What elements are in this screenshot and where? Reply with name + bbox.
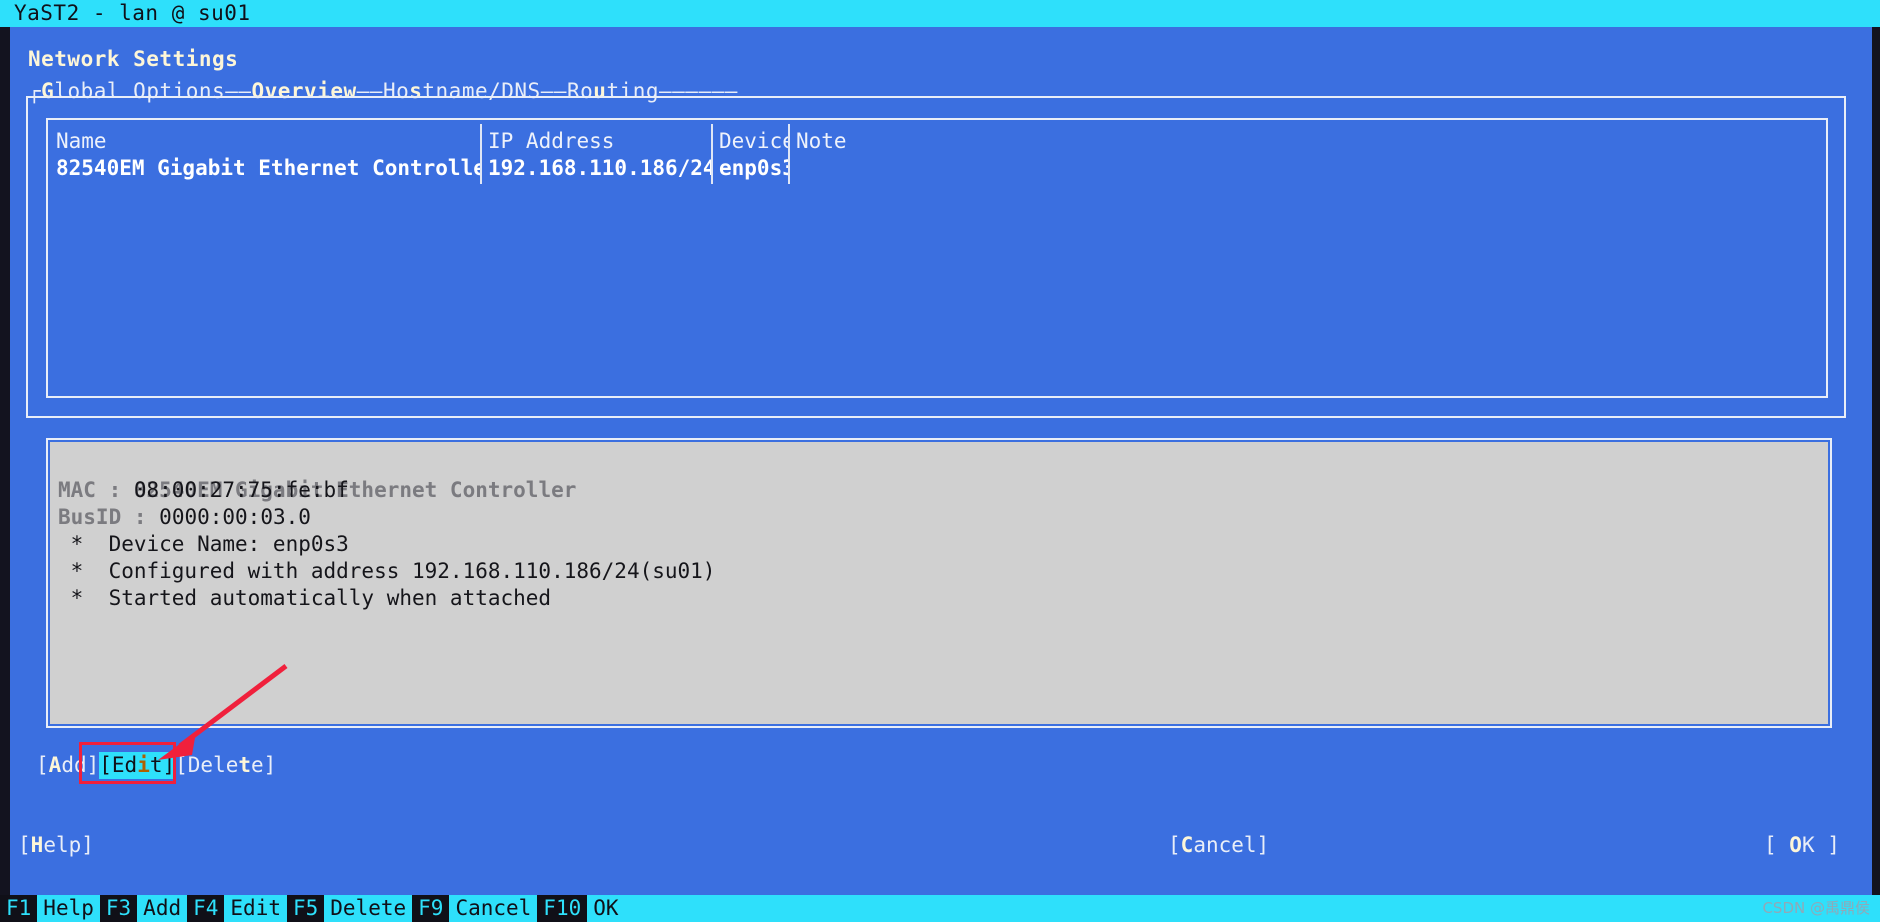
detail-bullet-address: * Configured with address 192.168.110.18… — [58, 559, 716, 583]
detail-mac: MAC : 08:00:27:75:fe:bf — [58, 478, 349, 502]
fkey-f5[interactable]: F5 — [286, 895, 325, 922]
hotkey-char: C — [1180, 833, 1194, 857]
table-col-header[interactable]: Device — [711, 128, 788, 155]
cell-name[interactable]: 82540EM Gigabit Ethernet Controller — [48, 155, 480, 182]
fkey-label-cancel[interactable]: Cancel — [449, 895, 538, 922]
hotkey-char: i — [137, 753, 150, 777]
column-separator — [711, 124, 713, 184]
cell-device[interactable]: enp0s3 — [711, 155, 788, 182]
table-col-header[interactable]: IP Address — [480, 128, 711, 155]
table-col-header[interactable]: Name — [48, 128, 480, 155]
fkey-f9[interactable]: F9 — [412, 895, 450, 922]
fkey-label-edit[interactable]: Edit — [224, 895, 287, 922]
terminal-screen: YaST2 - lan @ su01 Network Settings ┌Glo… — [0, 0, 1880, 922]
detail-busid: BusID : 0000:00:03.0 — [58, 505, 311, 529]
cell-ip-address[interactable]: 192.168.110.186/24 — [480, 155, 711, 182]
fkey-f1[interactable]: F1 — [0, 895, 38, 922]
hotkey-char: H — [30, 833, 44, 857]
detail-device-title: 82540EM Gigabit Ethernet Controller — [133, 478, 577, 502]
add-button[interactable]: [Add] — [36, 752, 99, 779]
hotkey-char: O — [1789, 833, 1802, 857]
fkey-f10[interactable]: F10 — [537, 895, 588, 922]
column-separator — [788, 124, 790, 184]
hotkey-char: A — [48, 753, 62, 777]
fkey-f4[interactable]: F4 — [187, 895, 225, 922]
fkey-label-ok[interactable]: OK — [587, 895, 625, 922]
window-titlebar: YaST2 - lan @ su01 — [0, 0, 1880, 27]
cancel-button[interactable]: [Cancel] — [1168, 832, 1269, 859]
page-title: Network Settings — [28, 47, 239, 71]
fkey-label-delete[interactable]: Delete — [324, 895, 413, 922]
function-key-bar[interactable]: F1 Help F3 Add F4 Edit F5 Delete F9 Cancel F10 OK C… — [0, 895, 1880, 922]
edit-button[interactable]: [Edit] — [99, 752, 176, 779]
interfaces-table[interactable]: Name IP Address DeviceNote 82540EM Gigabit… — [46, 118, 1828, 398]
device-detail-panel: 82540EM Gigabit Ethernet Controller MAC … — [50, 442, 1828, 724]
action-button-row: [Add][Edit][Delete] — [36, 752, 276, 779]
fkey-label-add[interactable]: Add — [137, 895, 188, 922]
column-separator — [480, 124, 482, 184]
table-col-header[interactable]: Note — [788, 128, 908, 155]
help-button[interactable]: [Help] — [18, 832, 94, 859]
watermark: CSDN @禹鼎侯 — [1762, 899, 1870, 917]
fkey-label-help[interactable]: Help — [37, 895, 100, 922]
table-header-row: Name IP Address DeviceNote — [48, 128, 1826, 155]
ok-button[interactable]: [ OK ] — [1764, 832, 1840, 859]
hotkey-char: t — [238, 753, 252, 777]
delete-button[interactable]: [Delete] — [175, 752, 276, 779]
table-row[interactable]: 82540EM Gigabit Ethernet Controller192.1… — [48, 155, 1826, 182]
fkey-f3[interactable]: F3 — [99, 895, 138, 922]
cell-note[interactable] — [788, 155, 908, 182]
detail-bullet-device-name: * Device Name: enp0s3 — [58, 532, 349, 556]
detail-bullet-startmode: * Started automatically when attached — [58, 586, 552, 610]
